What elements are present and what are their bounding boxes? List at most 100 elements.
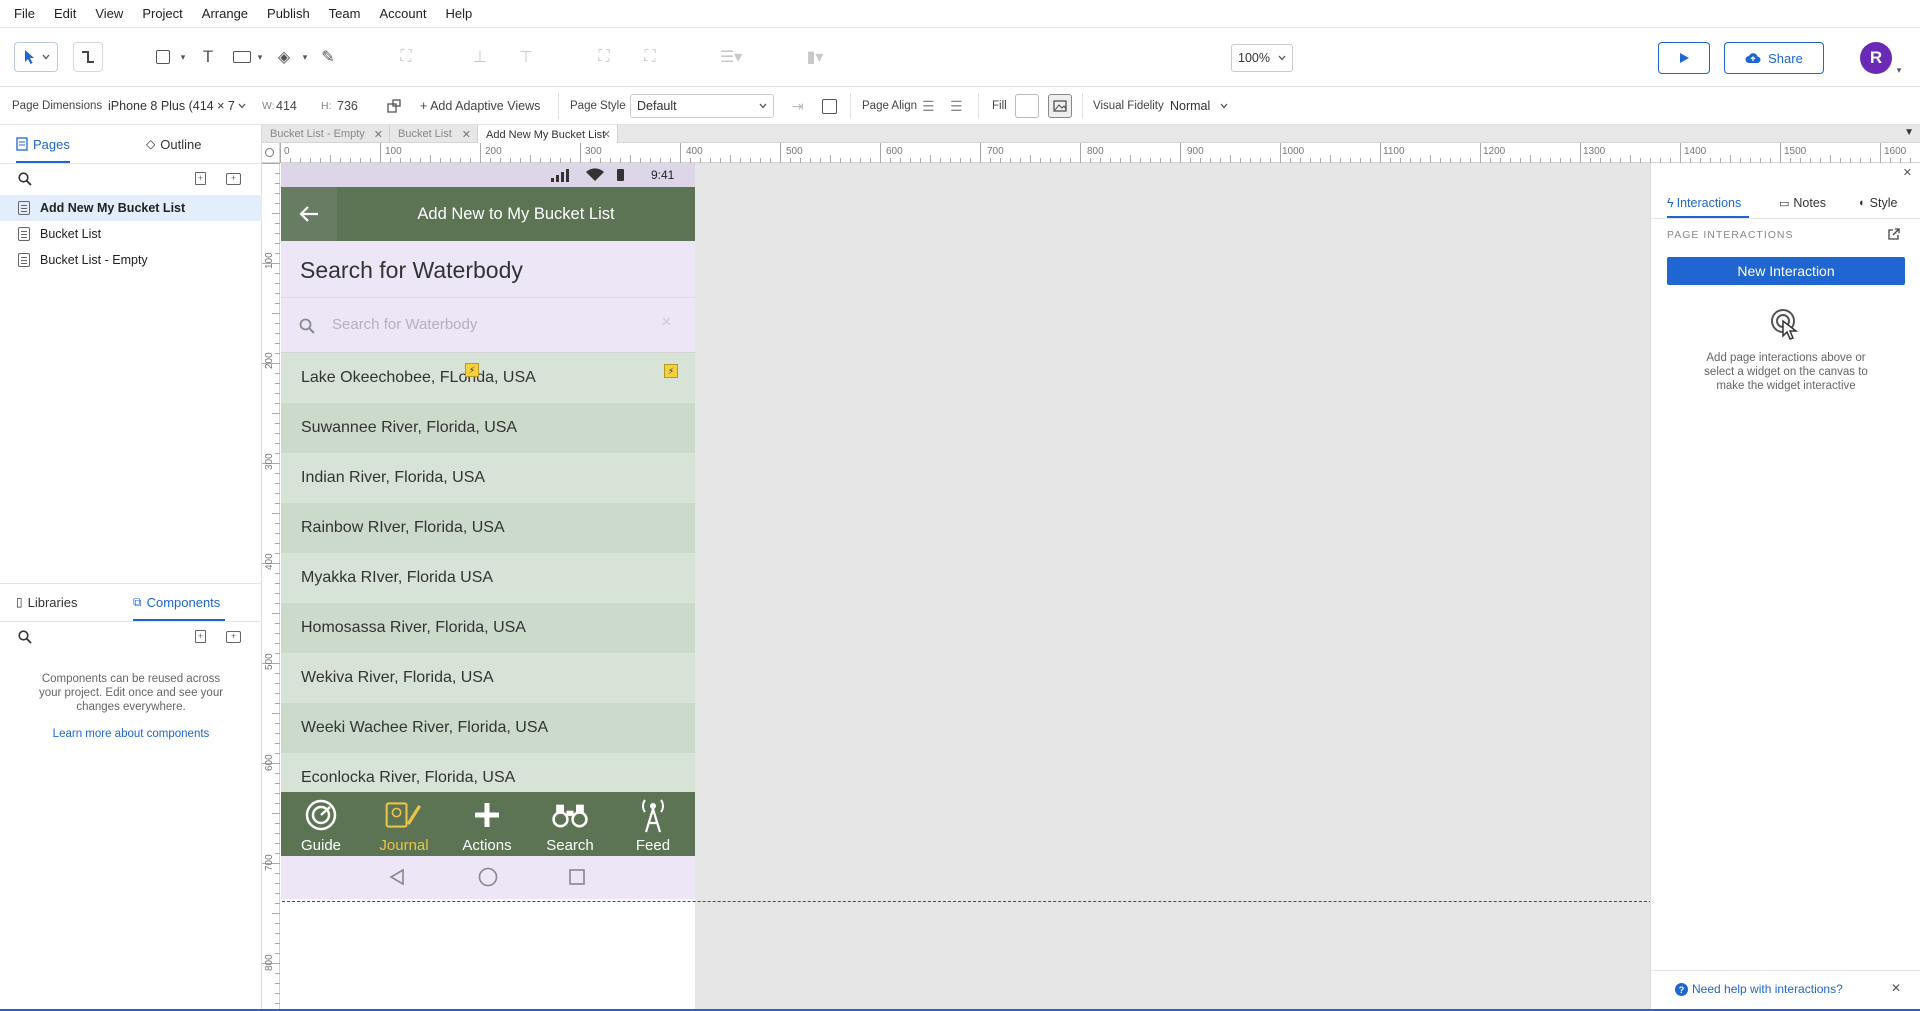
menu-edit[interactable]: Edit	[54, 6, 76, 21]
close-icon[interactable]: ✕	[374, 128, 383, 141]
chevron-down-icon[interactable]: ▾	[178, 48, 188, 66]
canvas[interactable]: 9:41 Add New to My Bucket List Search fo…	[280, 163, 1650, 1011]
list-item-label: Rainbow RIver, Florida, USA	[301, 519, 505, 536]
nav-item-feed[interactable]: Feed	[613, 792, 693, 856]
pen-tool-icon[interactable]: ✎	[318, 48, 338, 66]
layers-icon[interactable]: ◈	[274, 48, 294, 66]
list-item[interactable]: Wekiva River, Florida, USA	[281, 653, 695, 703]
close-icon[interactable]: ✕	[602, 128, 611, 141]
visual-fidelity-select[interactable]: Normal	[1164, 94, 1234, 118]
tab-style[interactable]: ◐ Style	[1859, 188, 1909, 218]
list-item[interactable]: Indian River, Florida, USA	[281, 453, 695, 503]
chevron-down-icon[interactable]: ▾	[255, 48, 265, 66]
menu-file[interactable]: File	[14, 6, 35, 21]
chevron-down-icon[interactable]: ▾	[1894, 64, 1904, 76]
list-item[interactable]: Suwannee River, Florida, USA	[281, 403, 695, 453]
ruler-label: 200	[485, 146, 502, 157]
menu-account[interactable]: Account	[379, 6, 426, 21]
nav-item-actions[interactable]: Actions	[447, 792, 527, 856]
page-style-action-icon[interactable]: ⇥	[792, 87, 804, 125]
tab-interactions[interactable]: ϟ Interactions	[1667, 188, 1749, 218]
menu-view[interactable]: View	[95, 6, 123, 21]
menu-help[interactable]: Help	[445, 6, 472, 21]
help-icon[interactable]: ?	[1675, 983, 1688, 996]
home-circle-icon[interactable]	[478, 867, 498, 887]
close-icon[interactable]: ✕	[1903, 166, 1912, 179]
rectangle-icon[interactable]	[152, 48, 174, 66]
page-style-select[interactable]: Default	[630, 94, 774, 118]
search-icon[interactable]	[18, 630, 32, 644]
align-center-icon[interactable]: ☰	[950, 87, 963, 125]
ruler-corner[interactable]	[262, 143, 280, 163]
visual-fidelity-value: Normal	[1170, 99, 1211, 113]
page-style-edit-icon[interactable]	[822, 87, 837, 125]
list-item[interactable]: Myakka RIver, Florida USA	[281, 553, 695, 603]
select-tool-button[interactable]	[14, 42, 58, 72]
clear-icon[interactable]: ✕	[661, 314, 672, 330]
nav-item-journal[interactable]: Journal	[364, 792, 444, 856]
chevron-down-icon[interactable]: ▼	[1904, 127, 1914, 138]
search-bar[interactable]: Search for Waterbody ✕	[281, 298, 695, 353]
tab-libraries[interactable]: ▯ Libraries	[16, 583, 82, 621]
tab-notes[interactable]: ▭ Notes	[1779, 188, 1833, 218]
add-page-icon[interactable]: +	[195, 172, 206, 185]
tab-components[interactable]: ⧉ Components	[133, 583, 225, 621]
back-triangle-icon[interactable]	[388, 868, 406, 886]
page-style-value: Default	[637, 99, 677, 113]
connector-tool-button[interactable]	[73, 42, 103, 72]
list-item[interactable]: Homosassa River, Florida, USA	[281, 603, 695, 653]
external-link-icon[interactable]	[1887, 227, 1901, 241]
components-icon: ⧉	[133, 594, 142, 609]
interaction-badge-icon[interactable]: ⚡	[664, 364, 678, 378]
menu-project[interactable]: Project	[142, 6, 182, 21]
menu-arrange[interactable]: Arrange	[202, 6, 248, 21]
align-left-icon[interactable]: ☰	[922, 87, 935, 125]
recents-square-icon[interactable]	[568, 868, 586, 886]
text-tool-icon[interactable]: T	[198, 47, 218, 66]
search-icon[interactable]	[18, 172, 32, 186]
interaction-badge-icon[interactable]: ⚡	[465, 363, 479, 377]
avatar[interactable]: R	[1860, 42, 1892, 74]
new-interaction-button[interactable]: New Interaction	[1667, 257, 1905, 285]
nav-item-search[interactable]: Search	[530, 792, 610, 856]
doc-tab-bucket-list-empty[interactable]: Bucket List - Empty ✕	[262, 125, 390, 143]
search-input[interactable]: Search for Waterbody	[332, 316, 477, 333]
page-item-bucket-list[interactable]: Bucket List	[0, 221, 262, 247]
nav-item-guide[interactable]: Guide	[281, 792, 361, 856]
list-item[interactable]: Rainbow RIver, Florida, USA	[281, 503, 695, 553]
right-panel: ✕ ϟ Interactions ▭ Notes ◐ Style PAGE IN…	[1650, 163, 1920, 1011]
doc-tab-bucket-list[interactable]: Bucket List ✕	[390, 125, 478, 143]
close-icon[interactable]: ✕	[1891, 981, 1901, 995]
tab-pages[interactable]: Pages	[16, 125, 70, 163]
fill-image-button[interactable]	[1048, 94, 1072, 118]
height-input[interactable]: 736	[337, 87, 358, 125]
back-button[interactable]	[281, 187, 337, 241]
add-component-icon[interactable]: +	[195, 630, 206, 643]
menu-publish[interactable]: Publish	[267, 6, 310, 21]
preview-button[interactable]	[1658, 42, 1710, 74]
section-title-bar: Search for Waterbody	[281, 241, 695, 298]
add-folder-icon[interactable]: +	[226, 631, 241, 643]
chevron-down-icon[interactable]: ▾	[300, 48, 310, 66]
page-item-bucket-list-empty[interactable]: Bucket List - Empty	[0, 247, 262, 273]
rotate-icon[interactable]	[386, 87, 402, 125]
width-input[interactable]: 414	[276, 87, 297, 125]
list-item[interactable]: Weeki Wachee River, Florida, USA	[281, 703, 695, 753]
add-adaptive-views-button[interactable]: + Add Adaptive Views	[420, 87, 540, 125]
add-folder-icon[interactable]: +	[226, 173, 241, 185]
doc-tab-add-new-my-bucket-list[interactable]: Add New My Bucket List ✕	[478, 125, 618, 144]
tab-outline[interactable]: ◇ Outline	[146, 125, 210, 163]
fill-color-swatch[interactable]	[1015, 94, 1039, 118]
hotspot-icon[interactable]	[230, 48, 254, 66]
menu-team[interactable]: Team	[329, 6, 361, 21]
close-icon[interactable]: ✕	[462, 128, 471, 141]
fill-label: Fill	[992, 100, 1007, 112]
share-button[interactable]: Share	[1724, 42, 1824, 74]
device-select[interactable]: iPhone 8 Plus (414 × 7	[102, 94, 252, 118]
learn-more-link[interactable]: Learn more about components	[0, 728, 262, 740]
page-item-add-new-my-bucket-list[interactable]: Add New My Bucket List	[0, 195, 262, 221]
visual-fidelity-label: Visual Fidelity	[1093, 100, 1164, 112]
list-item[interactable]: Lake Okeechobee, FLorida, USA	[281, 353, 695, 403]
zoom-select[interactable]: 100%	[1231, 44, 1293, 72]
help-link[interactable]: Need help with interactions?	[1692, 982, 1843, 996]
